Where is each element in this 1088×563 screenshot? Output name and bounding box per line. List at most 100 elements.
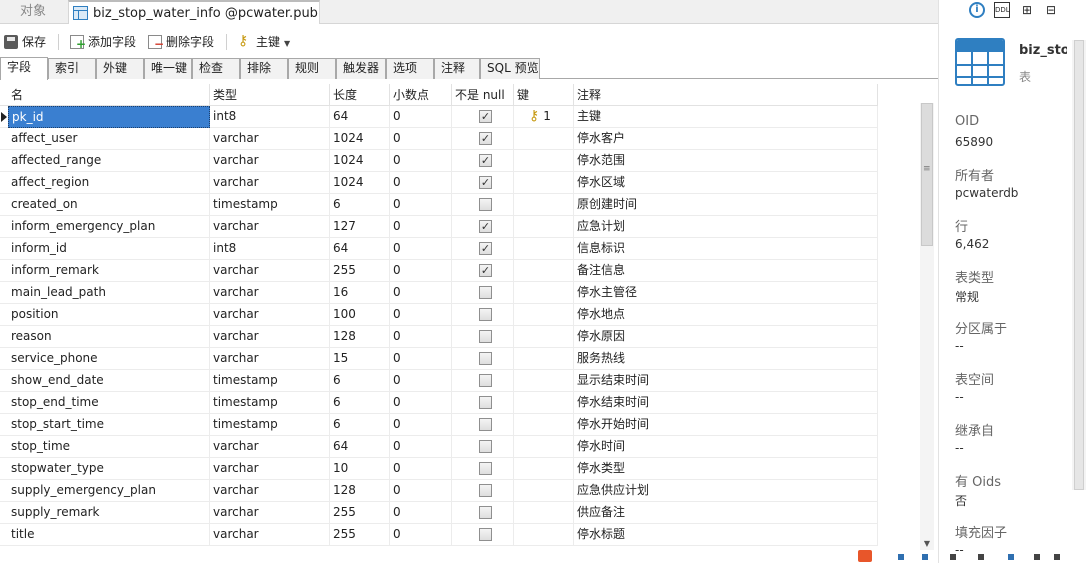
field-key-cell[interactable] <box>514 414 574 436</box>
field-decimal-cell[interactable]: 0 <box>390 414 452 436</box>
field-type-cell[interactable]: varchar <box>210 502 330 524</box>
not-null-checkbox[interactable] <box>479 418 492 431</box>
field-key-cell[interactable] <box>514 172 574 194</box>
table-row[interactable]: reason varchar 128 0 停水原因 <box>0 326 878 348</box>
table-row[interactable]: stop_time varchar 64 0 停水时间 <box>0 436 878 458</box>
field-comment-cell[interactable]: 服务热线 <box>574 348 878 370</box>
tab-sql-preview[interactable]: SQL 预览 <box>480 58 540 79</box>
table-row[interactable]: position varchar 100 0 停水地点 <box>0 304 878 326</box>
field-name-cell[interactable]: position <box>8 304 210 326</box>
field-name-cell[interactable]: inform_id <box>8 238 210 260</box>
tab-options[interactable]: 选项 <box>386 58 434 79</box>
column-header-not-null[interactable]: 不是 null <box>452 84 514 106</box>
column-header-comment[interactable]: 注释 <box>574 84 878 106</box>
field-key-cell[interactable] <box>514 348 574 370</box>
tray-icon[interactable] <box>1054 554 1060 560</box>
not-null-checkbox[interactable]: ✓ <box>479 110 492 123</box>
field-key-cell[interactable] <box>514 370 574 392</box>
save-button[interactable]: 保存 <box>2 31 46 53</box>
field-name-cell[interactable]: show_end_date <box>8 370 210 392</box>
grid-scroll-thumb[interactable] <box>921 103 933 246</box>
field-not-null-cell[interactable] <box>452 392 514 414</box>
tab-excludes[interactable]: 排除 <box>240 58 288 79</box>
field-decimal-cell[interactable]: 0 <box>390 150 452 172</box>
field-decimal-cell[interactable]: 0 <box>390 348 452 370</box>
field-length-cell[interactable]: 255 <box>330 524 390 546</box>
field-name-cell[interactable]: inform_remark <box>8 260 210 282</box>
field-comment-cell[interactable]: 备注信息 <box>574 260 878 282</box>
table-row[interactable]: inform_remark varchar 255 0 ✓ 备注信息 <box>0 260 878 282</box>
not-null-checkbox[interactable]: ✓ <box>479 242 492 255</box>
delete-field-button[interactable]: 删除字段 <box>146 31 214 53</box>
field-decimal-cell[interactable]: 0 <box>390 326 452 348</box>
field-comment-cell[interactable]: 原创建时间 <box>574 194 878 216</box>
field-decimal-cell[interactable]: 0 <box>390 106 452 128</box>
field-not-null-cell[interactable] <box>452 502 514 524</box>
field-not-null-cell[interactable] <box>452 348 514 370</box>
table-row[interactable]: main_lead_path varchar 16 0 停水主管径 <box>0 282 878 304</box>
field-name-cell[interactable]: title <box>8 524 210 546</box>
field-name-cell[interactable]: affected_range <box>8 150 210 172</box>
field-type-cell[interactable]: varchar <box>210 480 330 502</box>
field-type-cell[interactable]: varchar <box>210 348 330 370</box>
field-length-cell[interactable]: 127 <box>330 216 390 238</box>
field-comment-cell[interactable]: 停水地点 <box>574 304 878 326</box>
field-key-cell[interactable] <box>514 436 574 458</box>
field-decimal-cell[interactable]: 0 <box>390 194 452 216</box>
field-comment-cell[interactable]: 停水时间 <box>574 436 878 458</box>
field-not-null-cell[interactable] <box>452 480 514 502</box>
field-comment-cell[interactable]: 停水主管径 <box>574 282 878 304</box>
field-decimal-cell[interactable]: 0 <box>390 480 452 502</box>
field-decimal-cell[interactable]: 0 <box>390 502 452 524</box>
field-decimal-cell[interactable]: 0 <box>390 370 452 392</box>
field-comment-cell[interactable]: 停水结束时间 <box>574 392 878 414</box>
field-comment-cell[interactable]: 应急计划 <box>574 216 878 238</box>
field-length-cell[interactable]: 6 <box>330 392 390 414</box>
table-row[interactable]: stop_end_time timestamp 6 0 停水结束时间 <box>0 392 878 414</box>
field-not-null-cell[interactable] <box>452 304 514 326</box>
field-key-cell[interactable] <box>514 326 574 348</box>
field-comment-cell[interactable]: 停水开始时间 <box>574 414 878 436</box>
not-null-checkbox[interactable]: ✓ <box>479 264 492 277</box>
field-type-cell[interactable]: varchar <box>210 150 330 172</box>
tab-unique-keys[interactable]: 唯一键 <box>144 58 192 79</box>
table-row[interactable]: affected_range varchar 1024 0 ✓ 停水范围 <box>0 150 878 172</box>
field-name-cell[interactable]: stop_end_time <box>8 392 210 414</box>
field-decimal-cell[interactable]: 0 <box>390 238 452 260</box>
field-key-cell[interactable] <box>514 282 574 304</box>
table-row[interactable]: affect_region varchar 1024 0 ✓ 停水区域 <box>0 172 878 194</box>
field-type-cell[interactable]: timestamp <box>210 414 330 436</box>
field-length-cell[interactable]: 64 <box>330 436 390 458</box>
field-length-cell[interactable]: 1024 <box>330 128 390 150</box>
field-decimal-cell[interactable]: 0 <box>390 392 452 414</box>
field-type-cell[interactable]: varchar <box>210 172 330 194</box>
field-name-cell[interactable]: stop_time <box>8 436 210 458</box>
field-decimal-cell[interactable]: 0 <box>390 436 452 458</box>
field-key-cell[interactable] <box>514 150 574 172</box>
panel-scroll-thumb[interactable] <box>1074 40 1084 490</box>
grid-vertical-scrollbar[interactable]: ▼ <box>920 103 934 550</box>
field-not-null-cell[interactable] <box>452 194 514 216</box>
field-name-cell[interactable]: stop_start_time <box>8 414 210 436</box>
field-type-cell[interactable]: varchar <box>210 260 330 282</box>
not-null-checkbox[interactable]: ✓ <box>479 132 492 145</box>
not-null-checkbox[interactable] <box>479 396 492 409</box>
not-null-checkbox[interactable] <box>479 308 492 321</box>
field-decimal-cell[interactable]: 0 <box>390 128 452 150</box>
field-not-null-cell[interactable] <box>452 458 514 480</box>
field-length-cell[interactable]: 6 <box>330 194 390 216</box>
not-null-checkbox[interactable] <box>479 352 492 365</box>
table-row[interactable]: affect_user varchar 1024 0 ✓ 停水客户 <box>0 128 878 150</box>
field-key-cell[interactable] <box>514 260 574 282</box>
table-row[interactable]: service_phone varchar 15 0 服务热线 <box>0 348 878 370</box>
primary-key-button[interactable]: ⚷ 主键 ▼ <box>236 31 290 53</box>
table-row[interactable]: show_end_date timestamp 6 0 显示结束时间 <box>0 370 878 392</box>
field-key-cell[interactable] <box>514 480 574 502</box>
column-header-key[interactable]: 键 <box>514 84 574 106</box>
not-null-checkbox[interactable] <box>479 484 492 497</box>
field-name-cell[interactable]: created_on <box>8 194 210 216</box>
tab-fields[interactable]: 字段 <box>0 57 48 80</box>
field-length-cell[interactable]: 15 <box>330 348 390 370</box>
tab-indexes[interactable]: 索引 <box>48 58 96 79</box>
tray-icon[interactable] <box>922 554 928 560</box>
